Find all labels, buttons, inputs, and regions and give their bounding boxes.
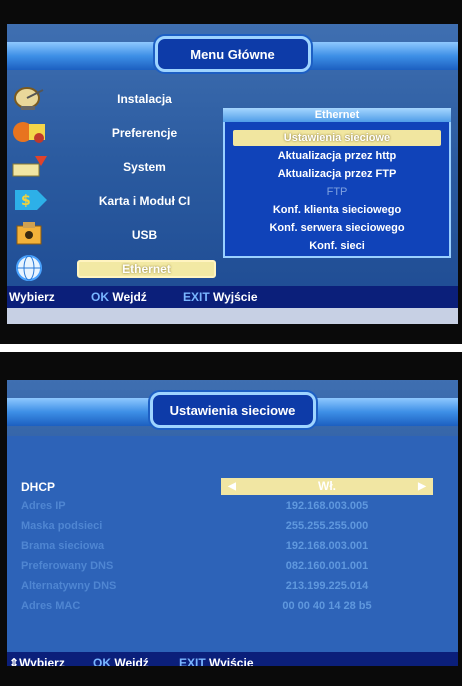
field-label: Adres IP [21,500,66,512]
menu-item-system[interactable]: System [77,160,212,174]
system-icon [11,152,51,180]
exit-action-label: Wyjście [213,290,258,304]
field-row-ip: Adres IP 192.168.003.005 [7,498,458,518]
ok-action-label: Wejdź [114,656,149,666]
field-row-mac: Adres MAC 00 00 40 14 28 b5 [7,598,458,618]
hint-select: ⇕Wybierz [9,656,65,666]
field-value: 082.160.001.001 [285,560,369,572]
submenu-item-ustawienia-sieciowe[interactable]: Ustawienia sieciowe [233,130,441,146]
submenu-item-ftp: FTP [326,186,348,198]
dhcp-label: DHCP [21,480,56,494]
menu-item-usb[interactable]: USB [77,228,212,242]
main-menu-photo: Menu Główne $ Instalacja Preferencje Sys… [0,0,462,344]
ok-key-label: OK [93,656,111,666]
arrow-right-icon[interactable]: ▶ [415,478,429,495]
menu-item-instalacja[interactable]: Instalacja [77,92,212,106]
submenu-item-aktualizacja-ftp[interactable]: Aktualizacja przez FTP [233,166,441,182]
dhcp-value: Wł. [318,479,336,493]
field-row-mask: Maska podsieci 255.255.255.000 [7,518,458,538]
network-settings-photo: Ustawienia sieciowe DHCP ◀ Wł. ▶ Adres I… [0,352,462,686]
field-row-dns1: Preferowany DNS 082.160.001.001 [7,558,458,578]
submenu-item-konf-sieci[interactable]: Konf. sieci [233,238,441,254]
menu-item-karta-ci[interactable]: Karta i Moduł CI [77,194,212,208]
exit-key-label: EXIT [179,656,206,666]
tv-screen: Menu Główne $ Instalacja Preferencje Sys… [7,24,458,324]
dhcp-selector[interactable]: ◀ Wł. ▶ [221,478,433,495]
settings-panel: DHCP ◀ Wł. ▶ Adres IP 192.168.003.005 Ma… [7,436,458,652]
menu-item-preferencje[interactable]: Preferencje [77,126,212,140]
preferences-icon [11,118,51,146]
menu-item-ethernet[interactable]: Ethernet [77,260,216,278]
submenu-title: Ethernet [223,108,451,122]
field-label: Alternatywny DNS [21,580,117,592]
arrow-left-icon[interactable]: ◀ [225,478,239,495]
hint-select-label: Wybierz [19,656,65,666]
hint-bar: Wybierz OK Wejdź EXIT Wyjście [7,286,458,308]
field-row-dns2: Alternatywny DNS 213.199.225.014 [7,578,458,598]
exit-key-label: EXIT [183,290,210,304]
field-value: 213.199.225.014 [285,580,369,592]
page-title: Menu Główne [154,36,311,72]
field-value: 192.168.003.001 [285,540,369,552]
tv-screen: Ustawienia sieciowe DHCP ◀ Wł. ▶ Adres I… [7,380,458,666]
updown-arrow-icon: ⇕ [9,656,20,666]
field-label: Brama sieciowa [21,540,105,552]
exit-action-label: Wyjście [209,656,254,666]
page-title: Ustawienia sieciowe [149,392,316,428]
field-label: Maska podsieci [21,520,103,532]
hint-exit: EXIT Wyjście [179,656,254,666]
field-label: Adres MAC [21,600,81,612]
satellite-dish-icon [11,84,51,112]
ethernet-globe-icon [11,254,51,282]
ok-key-label: OK [91,290,109,304]
card-module-icon: $ [11,186,51,214]
screen-bottom-strip [7,308,458,324]
dhcp-row[interactable]: DHCP ◀ Wł. ▶ [7,478,458,498]
field-value: 192.168.003.005 [285,500,369,512]
field-row-gateway: Brama sieciowa 192.168.003.001 [7,538,458,558]
hint-exit: EXIT Wyjście [183,290,258,304]
hint-select: Wybierz [9,290,55,304]
svg-text:$: $ [21,193,31,209]
ok-action-label: Wejdź [112,290,147,304]
submenu-item-konf-klienta[interactable]: Konf. klienta sieciowego [233,202,441,218]
field-value: 00 00 40 14 28 b5 [282,600,372,612]
hint-ok: OK Wejdź [93,656,149,666]
hint-bar: ⇕Wybierz OK Wejdź EXIT Wyjście [7,652,458,666]
submenu-item-aktualizacja-http[interactable]: Aktualizacja przez http [233,148,441,164]
usb-icon [11,220,51,248]
ethernet-submenu: Ethernet Ustawienia sieciowe Aktualizacj… [223,108,451,258]
field-label: Preferowany DNS [21,560,114,572]
field-value: 255.255.255.000 [285,520,369,532]
hint-ok: OK Wejdź [91,290,147,304]
submenu-item-konf-serwera[interactable]: Konf. serwera sieciowego [233,220,441,236]
